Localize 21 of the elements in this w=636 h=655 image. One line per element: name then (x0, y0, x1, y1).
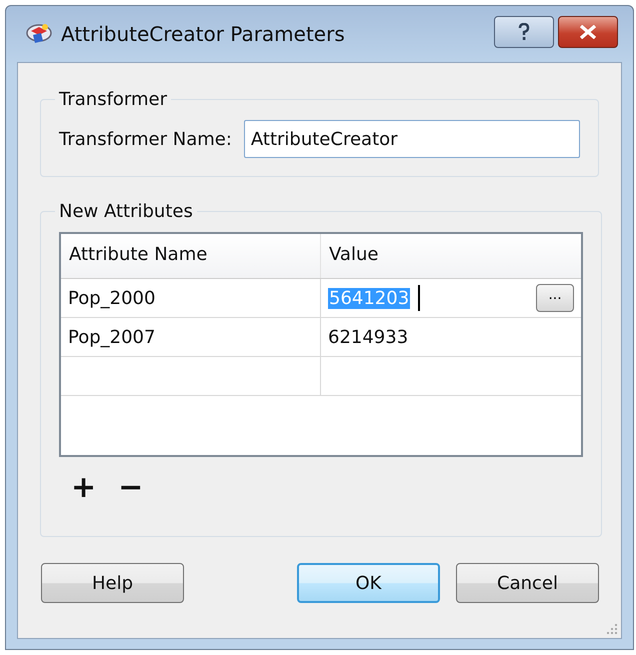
close-button[interactable] (558, 16, 618, 48)
browse-button[interactable]: ... (536, 284, 574, 312)
window-title: AttributeCreator Parameters (61, 22, 345, 46)
close-icon (579, 25, 597, 39)
dialog-button[interactable]: Help (41, 563, 184, 603)
table-cell: Pop_2000 (61, 279, 321, 317)
table-cell: 6214933 (328, 326, 408, 348)
column-header[interactable]: Attribute Name (61, 234, 321, 278)
help-button[interactable] (494, 16, 554, 48)
dialog-button[interactable]: Cancel (456, 563, 599, 603)
group-title: Transformer (58, 89, 168, 110)
remove-button[interactable]: − (114, 473, 148, 503)
group-title: New Attributes (58, 201, 194, 222)
field-label: Transformer Name: (59, 128, 232, 150)
table-cell: Pop_2007 (61, 318, 321, 356)
add-button[interactable]: + (67, 473, 100, 503)
name-field[interactable]: AttributeCreator (244, 120, 580, 158)
dialog-button[interactable]: OK (297, 563, 440, 603)
column-header[interactable]: Value (321, 234, 581, 278)
resize-grip-icon (606, 623, 618, 635)
question-icon (517, 23, 531, 41)
